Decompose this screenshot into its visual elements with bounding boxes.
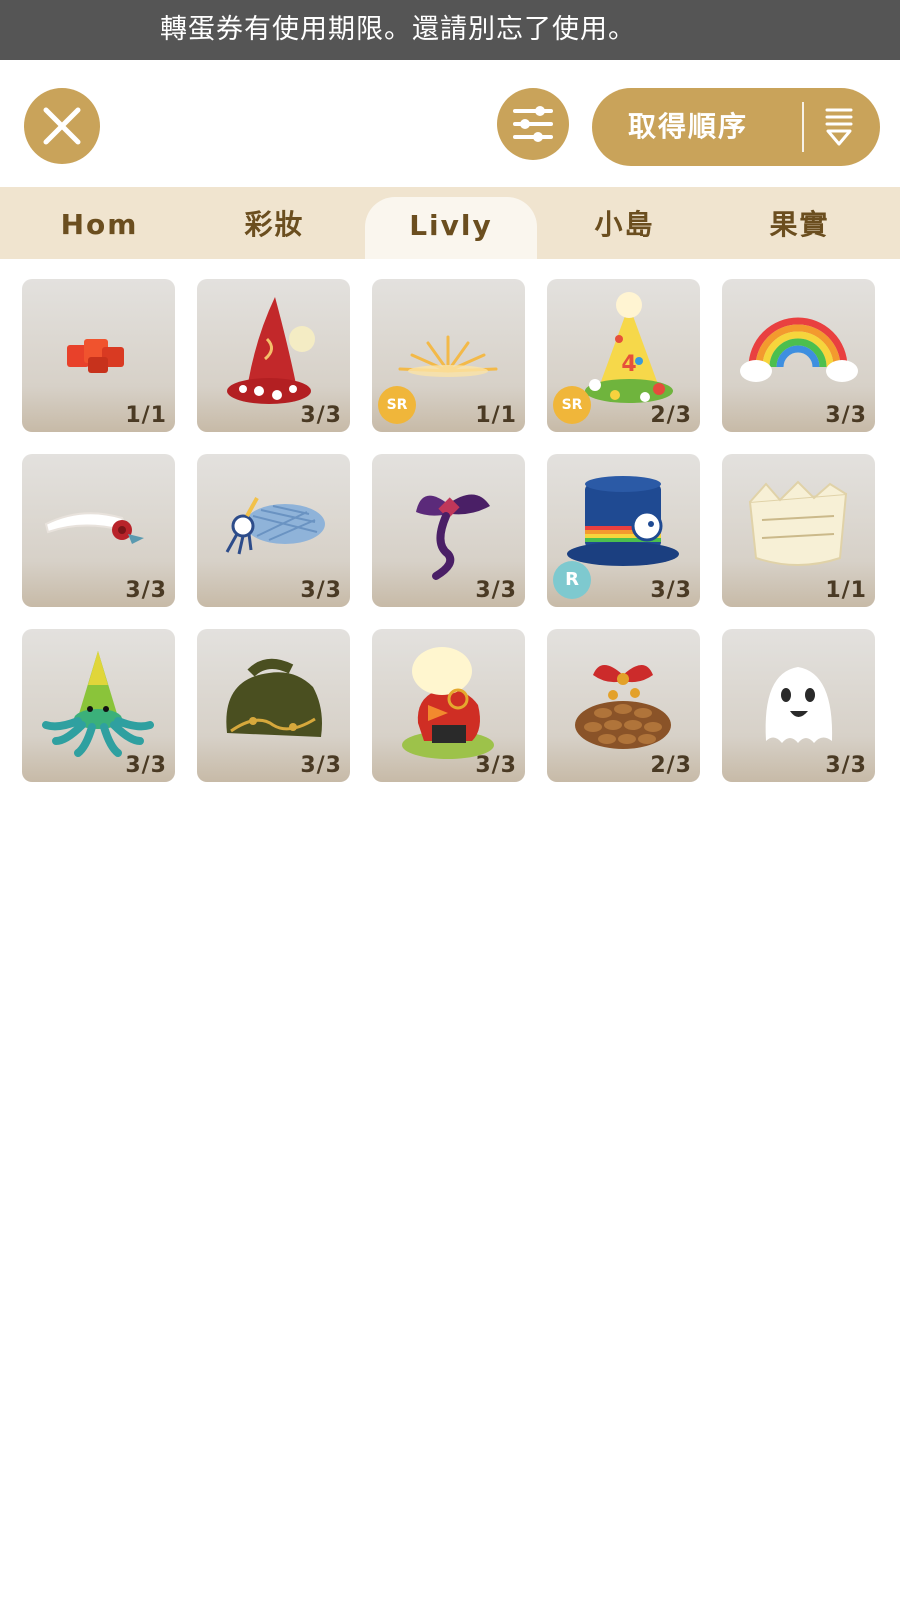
item-count: 3/3 — [475, 578, 517, 603]
item-tile[interactable]: 3/3 — [197, 629, 350, 782]
svg-text:4: 4 — [621, 352, 636, 377]
item-count: 3/3 — [125, 753, 167, 778]
item-count: 1/1 — [825, 578, 867, 603]
item-count: 3/3 — [300, 578, 342, 603]
close-icon — [43, 107, 81, 145]
item-count: 1/1 — [125, 403, 167, 428]
item-tile[interactable]: 1/1 — [22, 279, 175, 432]
item-tile[interactable]: 1/1 — [722, 454, 875, 607]
item-count: 3/3 — [125, 578, 167, 603]
item-tile[interactable]: R 3/3 — [547, 454, 700, 607]
item-tile[interactable]: 4 SR 2/3 — [547, 279, 700, 432]
item-count: 3/3 — [825, 753, 867, 778]
sort-divider — [802, 102, 804, 152]
tab-fruit[interactable]: 果實 — [712, 187, 887, 259]
item-count: 2/3 — [650, 403, 692, 428]
item-count: 3/3 — [300, 403, 342, 428]
notice-banner: 轉蛋券有使用期限。還請別忘了使用。 — [0, 0, 900, 60]
item-tile[interactable]: 3/3 — [372, 629, 525, 782]
item-tile[interactable]: 3/3 — [197, 279, 350, 432]
item-tile[interactable]: 2/3 — [547, 629, 700, 782]
rarity-badge: R — [553, 561, 591, 599]
item-tile[interactable]: 3/3 — [722, 629, 875, 782]
filter-button[interactable] — [497, 88, 569, 160]
item-tile[interactable]: 3/3 — [197, 454, 350, 607]
item-count: 2/3 — [650, 753, 692, 778]
category-tab-bar: Hom 彩妝 Livly 小島 果實 — [0, 187, 900, 259]
item-tile[interactable]: 3/3 — [22, 629, 175, 782]
tab-makeup[interactable]: 彩妝 — [187, 187, 362, 259]
close-button[interactable] — [24, 88, 100, 164]
filter-sliders-icon — [513, 106, 553, 142]
sort-order-button[interactable]: 取得順序 — [592, 88, 880, 166]
rarity-badge: SR — [378, 386, 416, 424]
tab-livly[interactable]: Livly — [365, 197, 537, 259]
item-tile[interactable]: 3/3 — [372, 454, 525, 607]
item-count: 1/1 — [475, 403, 517, 428]
item-count: 3/3 — [825, 403, 867, 428]
item-tile[interactable]: SR 1/1 — [372, 279, 525, 432]
tab-island[interactable]: 小島 — [537, 187, 712, 259]
rarity-badge: SR — [553, 386, 591, 424]
item-tile[interactable]: 3/3 — [22, 454, 175, 607]
tab-hom[interactable]: Hom — [12, 187, 187, 259]
sort-order-label: 取得順序 — [628, 110, 749, 143]
item-count: 3/3 — [300, 753, 342, 778]
item-tile[interactable]: 3/3 — [722, 279, 875, 432]
item-count: 3/3 — [475, 753, 517, 778]
sort-descending-icon — [825, 108, 853, 146]
item-count: 3/3 — [650, 578, 692, 603]
